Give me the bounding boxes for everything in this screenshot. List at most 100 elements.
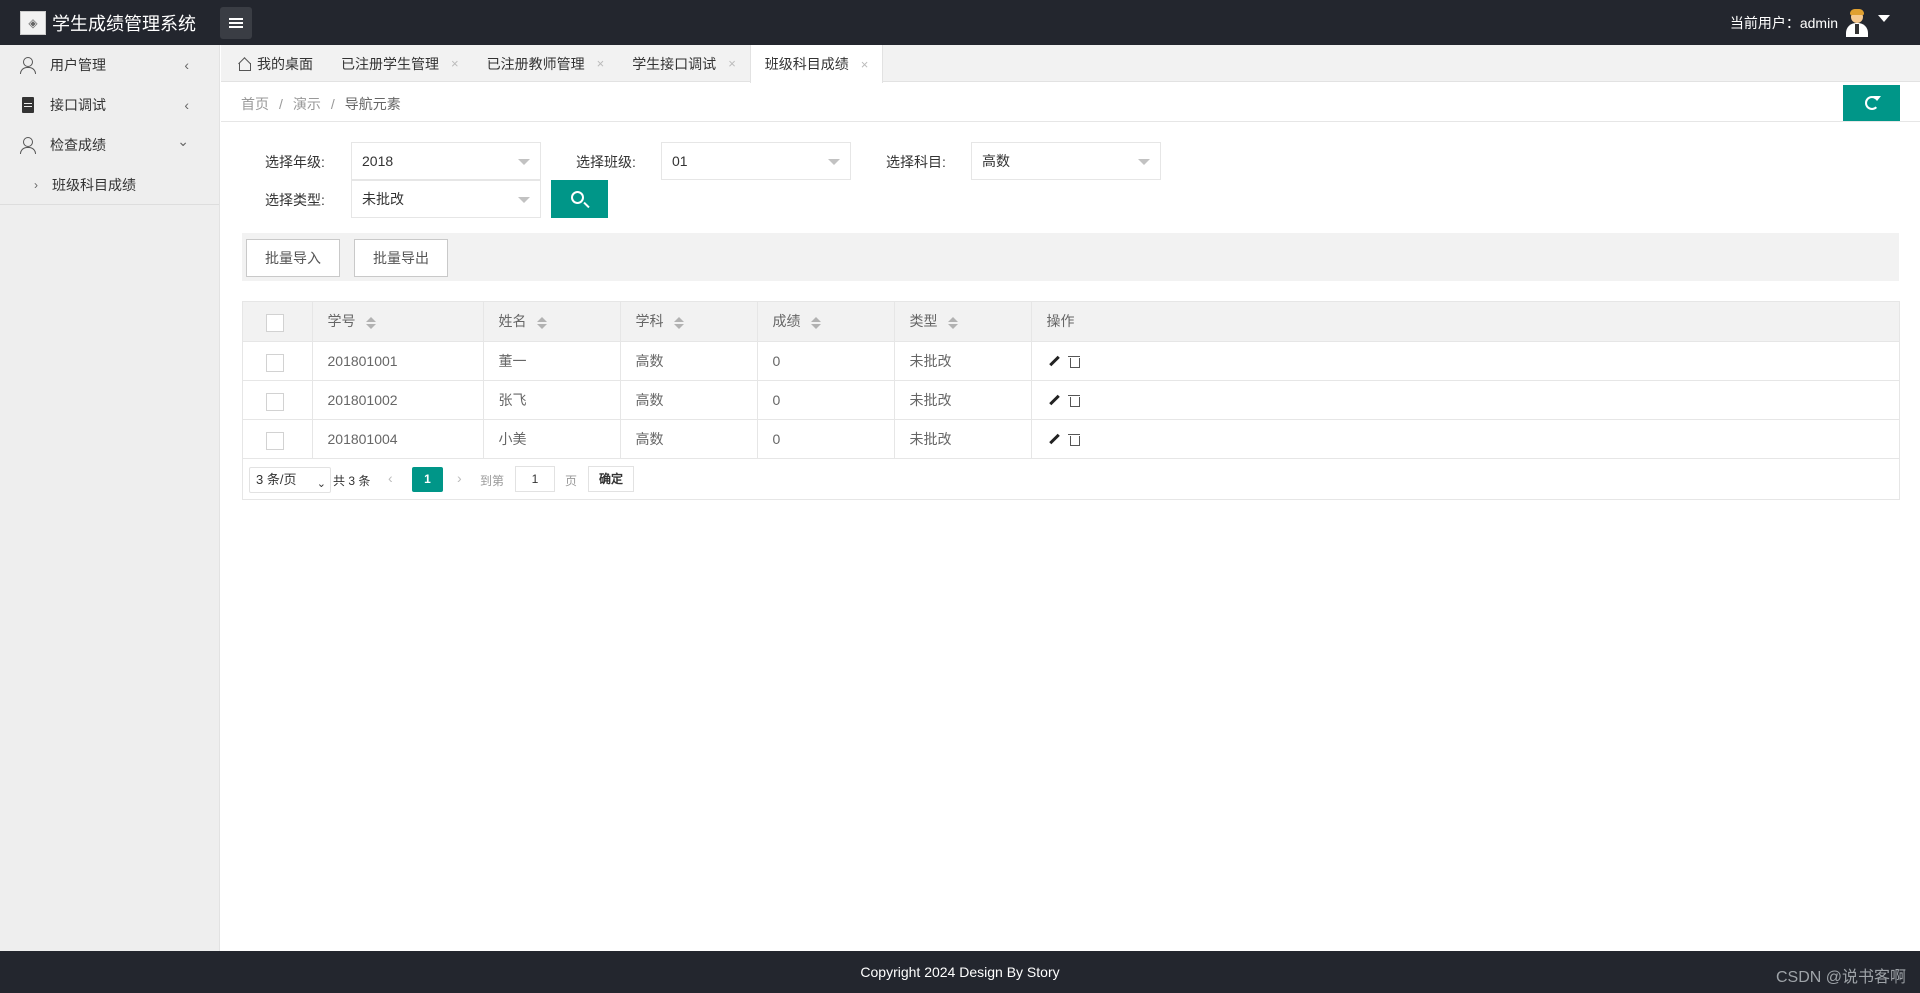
tab-student-api-debug[interactable]: 学生接口调试 ×: [618, 45, 750, 82]
total-count: 共 3 条: [333, 473, 371, 488]
type-select[interactable]: 未批改: [351, 180, 541, 218]
breadcrumb-separator: /: [279, 96, 283, 112]
edit-pencil-icon[interactable]: [1047, 433, 1061, 447]
page-size-select[interactable]: 3 条/页 ⌄: [249, 466, 331, 493]
subject-select-value: 高数: [982, 153, 1010, 169]
class-select-value: 01: [672, 153, 688, 169]
copyright-text: Copyright 2024 Design By Story: [860, 964, 1060, 980]
column-header-type[interactable]: 类型: [894, 302, 1032, 342]
table-toolbar: 批量导入 批量导出: [242, 233, 1899, 281]
sort-icon[interactable]: [673, 316, 684, 329]
cell-type: 未批改: [894, 341, 1032, 381]
cell-type: 未批改: [894, 419, 1032, 459]
subject-label: 选择科目:: [886, 154, 946, 170]
type-select-value: 未批改: [362, 191, 404, 207]
delete-trash-icon[interactable]: [1067, 433, 1081, 447]
row-checkbox[interactable]: [266, 392, 284, 411]
type-label: 选择类型:: [265, 192, 325, 208]
page-number-input[interactable]: 1: [515, 465, 555, 492]
breadcrumb-bar: 首页 / 演示 / 导航元素: [221, 83, 1920, 122]
prev-page-icon[interactable]: ‹: [388, 470, 393, 486]
sidebar-item-api-debug[interactable]: 接口调试 ‹: [0, 85, 219, 125]
table-row[interactable]: 201801001 董一 高数 0 未批改: [243, 341, 1899, 381]
sidebar: 用户管理 ‹ 接口调试 ‹ 检查成绩 ⌄ › 班级科目成绩: [0, 45, 220, 951]
footer: Copyright 2024 Design By Story CSDN @说书客…: [0, 951, 1920, 993]
top-header: ◈ 学生成绩管理系统 当前用户：admin: [0, 0, 1920, 45]
next-page-icon[interactable]: ›: [457, 470, 462, 486]
current-page-button[interactable]: 1: [412, 466, 443, 492]
tab-bar: 我的桌面 已注册学生管理 × 已注册教师管理 × 学生接口调试 × 班级科目成绩…: [221, 45, 1920, 83]
select-all-checkbox[interactable]: [266, 314, 284, 333]
grade-select-value: 2018: [362, 153, 394, 169]
breadcrumb-current: 导航元素: [344, 96, 401, 112]
cell-name: 张飞: [483, 380, 621, 420]
breadcrumb-demo[interactable]: 演示: [293, 96, 321, 112]
batch-import-button[interactable]: 批量导入: [246, 239, 340, 277]
search-icon: [571, 190, 584, 204]
sort-icon[interactable]: [536, 316, 547, 329]
class-select[interactable]: 01: [661, 142, 851, 180]
delete-trash-icon[interactable]: [1067, 394, 1081, 408]
row-select-cell: [243, 341, 313, 381]
sort-icon[interactable]: [947, 316, 958, 329]
home-icon: [237, 57, 251, 71]
tab-class-subject-scores[interactable]: 班级科目成绩 ×: [749, 45, 884, 83]
delete-trash-icon[interactable]: [1067, 355, 1081, 369]
tab-registered-students[interactable]: 已注册学生管理 ×: [327, 45, 473, 82]
sort-icon[interactable]: [365, 316, 376, 329]
column-header-student-id[interactable]: 学号: [312, 302, 484, 342]
pagination: 3 条/页 ⌄ 共 3 条 ‹ 1 › 到第 1 页 确定: [243, 459, 1899, 499]
batch-export-button[interactable]: 批量导出: [354, 239, 448, 277]
select-all-cell: [243, 302, 313, 342]
menu-list-icon: [229, 18, 243, 28]
sort-icon[interactable]: [810, 316, 821, 329]
tab-registered-teachers[interactable]: 已注册教师管理 ×: [473, 45, 619, 82]
breadcrumb-separator: /: [330, 96, 335, 112]
edit-pencil-icon[interactable]: [1047, 394, 1061, 408]
breadcrumb-home[interactable]: 首页: [241, 96, 269, 112]
close-icon[interactable]: ×: [861, 57, 869, 72]
column-header-name[interactable]: 姓名: [483, 302, 621, 342]
column-header-actions: 操作: [1031, 302, 1899, 342]
page-size-value: 3 条/页: [256, 471, 297, 487]
table-row[interactable]: 201801004 小美 高数 0 未批改: [243, 419, 1899, 459]
cell-student-id: 201801004: [312, 419, 484, 459]
refresh-button[interactable]: [1843, 85, 1900, 121]
subject-select[interactable]: 高数: [971, 142, 1161, 180]
column-label: 学科: [635, 313, 664, 330]
avatar[interactable]: [1844, 8, 1870, 37]
tab-my-desktop[interactable]: 我的桌面: [221, 45, 327, 82]
close-icon[interactable]: ×: [451, 56, 459, 71]
caret-down-icon: [518, 159, 530, 165]
school-emblem-icon: ◈: [20, 10, 46, 35]
user-menu[interactable]: 当前用户：admin: [1730, 0, 1890, 45]
edit-pencil-icon[interactable]: [1047, 355, 1061, 369]
sidebar-item-user-management[interactable]: 用户管理 ‹: [0, 45, 219, 85]
column-label: 成绩: [772, 313, 801, 330]
close-icon[interactable]: ×: [597, 56, 605, 71]
cell-actions: [1031, 380, 1899, 420]
cell-subject: 高数: [620, 380, 758, 420]
chevron-left-icon: ‹: [184, 97, 189, 113]
goto-label: 到第: [480, 473, 505, 488]
cell-type: 未批改: [894, 380, 1032, 420]
caret-down-icon[interactable]: [1878, 15, 1890, 22]
row-checkbox[interactable]: [266, 353, 284, 372]
app-title: 学生成绩管理系统: [52, 13, 196, 34]
column-label: 类型: [909, 313, 938, 330]
column-header-score[interactable]: 成绩: [757, 302, 895, 342]
column-header-subject[interactable]: 学科: [620, 302, 758, 342]
table-row[interactable]: 201801002 张飞 高数 0 未批改: [243, 380, 1899, 420]
search-button[interactable]: [551, 180, 608, 218]
tab-label: 已注册学生管理: [341, 55, 439, 72]
refresh-icon: [1864, 96, 1881, 110]
goto-confirm-button[interactable]: 确定: [588, 465, 634, 492]
class-label: 选择班级:: [576, 154, 636, 170]
menu-toggle-button[interactable]: [220, 7, 252, 39]
sidebar-item-check-scores[interactable]: 检查成绩 ⌄: [0, 125, 219, 165]
row-checkbox[interactable]: [266, 431, 284, 450]
close-icon[interactable]: ×: [728, 56, 736, 71]
page-unit-label: 页: [565, 473, 578, 488]
grade-select[interactable]: 2018: [351, 142, 541, 180]
sidebar-subitem-class-subject-scores[interactable]: › 班级科目成绩: [0, 165, 219, 205]
